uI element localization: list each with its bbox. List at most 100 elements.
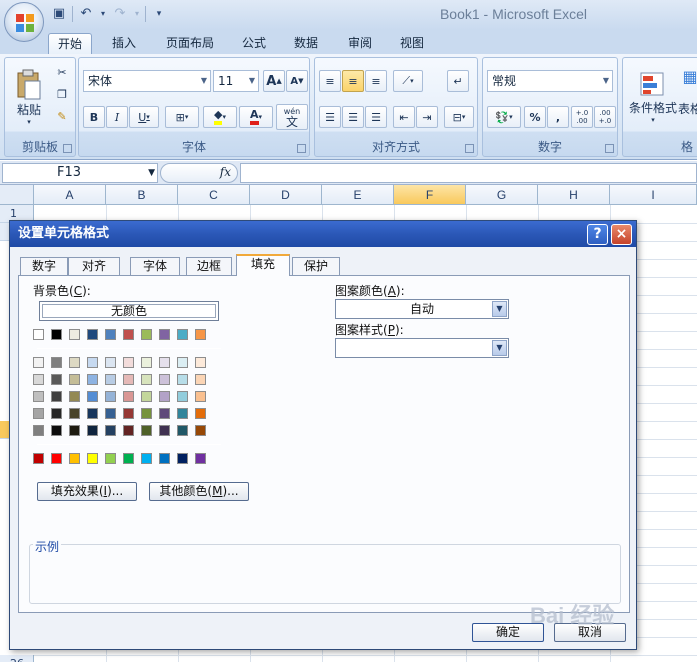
tint-color-swatch[interactable] bbox=[33, 374, 44, 385]
tint-color-swatch[interactable] bbox=[123, 374, 134, 385]
theme-color-swatch[interactable] bbox=[69, 329, 80, 340]
tint-color-swatch[interactable] bbox=[51, 391, 62, 402]
fill-effects-button[interactable]: 填充效果(I)... bbox=[37, 482, 137, 501]
tint-color-swatch[interactable] bbox=[33, 357, 44, 368]
tint-color-swatch[interactable] bbox=[195, 408, 206, 419]
tint-color-swatch[interactable] bbox=[177, 357, 188, 368]
theme-color-swatch[interactable] bbox=[123, 329, 134, 340]
theme-color-swatch[interactable] bbox=[105, 329, 116, 340]
name-box[interactable]: F13 ▼ bbox=[2, 163, 158, 183]
align-right-icon[interactable]: ☰ bbox=[365, 106, 387, 128]
merge-center-icon[interactable]: ⊟ ▾ bbox=[444, 106, 474, 128]
standard-color-swatch[interactable] bbox=[177, 453, 188, 464]
tab-alignment[interactable]: 对齐 bbox=[68, 257, 120, 275]
tint-color-swatch[interactable] bbox=[69, 391, 80, 402]
tint-color-swatch[interactable] bbox=[69, 357, 80, 368]
column-header-h[interactable]: H bbox=[538, 185, 610, 205]
accounting-format-icon[interactable]: 💱 ▾ bbox=[487, 106, 521, 128]
theme-color-swatch[interactable] bbox=[141, 329, 152, 340]
row-header-26[interactable]: 26 bbox=[0, 655, 34, 662]
italic-button[interactable]: I bbox=[106, 106, 128, 128]
tint-color-swatch[interactable] bbox=[87, 357, 98, 368]
format-as-table-button[interactable]: ▦ 表格 bbox=[678, 62, 697, 132]
standard-color-swatch[interactable] bbox=[51, 453, 62, 464]
standard-color-swatch[interactable] bbox=[105, 453, 116, 464]
align-top-icon[interactable]: ≡ bbox=[319, 70, 341, 92]
tint-color-swatch[interactable] bbox=[105, 357, 116, 368]
decrease-decimal-button[interactable]: .00 +.0 bbox=[594, 106, 616, 128]
column-header-e[interactable]: E bbox=[322, 185, 394, 205]
tab-home[interactable]: 开始 bbox=[48, 33, 92, 55]
decrease-indent-icon[interactable]: ⇤ bbox=[393, 106, 415, 128]
tint-color-swatch[interactable] bbox=[51, 357, 62, 368]
tab-insert[interactable]: 插入 bbox=[102, 33, 146, 55]
comma-button[interactable]: , bbox=[547, 106, 569, 128]
theme-color-swatch[interactable] bbox=[195, 329, 206, 340]
tint-color-swatch[interactable] bbox=[159, 425, 170, 436]
tint-color-swatch[interactable] bbox=[195, 374, 206, 385]
dialog-launcher-icon[interactable] bbox=[63, 144, 72, 153]
tint-color-swatch[interactable] bbox=[195, 391, 206, 402]
cut-icon[interactable]: ✂ bbox=[51, 62, 73, 82]
tint-color-swatch[interactable] bbox=[141, 357, 152, 368]
tint-color-swatch[interactable] bbox=[33, 425, 44, 436]
tint-color-swatch[interactable] bbox=[159, 357, 170, 368]
theme-color-swatch[interactable] bbox=[87, 329, 98, 340]
office-button[interactable] bbox=[4, 2, 44, 42]
tint-color-swatch[interactable] bbox=[141, 408, 152, 419]
standard-color-swatch[interactable] bbox=[195, 453, 206, 464]
wrap-text-icon[interactable]: ↵ bbox=[447, 70, 469, 92]
copy-icon[interactable]: ❐ bbox=[51, 84, 73, 104]
pattern-color-select[interactable]: 自动 ▼ bbox=[335, 299, 509, 319]
align-center-icon[interactable]: ☰ bbox=[342, 106, 364, 128]
tint-color-swatch[interactable] bbox=[87, 425, 98, 436]
tint-color-swatch[interactable] bbox=[87, 391, 98, 402]
increase-indent-icon[interactable]: ⇥ bbox=[416, 106, 438, 128]
increase-decimal-button[interactable]: +.0 .00 bbox=[571, 106, 593, 128]
align-left-icon[interactable]: ☰ bbox=[319, 106, 341, 128]
tint-color-swatch[interactable] bbox=[123, 357, 134, 368]
column-header-f[interactable]: F bbox=[394, 185, 466, 205]
tab-font[interactable]: 字体 bbox=[130, 257, 180, 275]
font-name-select[interactable]: 宋体 ▼ bbox=[83, 70, 211, 92]
tint-color-swatch[interactable] bbox=[159, 391, 170, 402]
tab-data[interactable]: 数据 bbox=[284, 33, 328, 55]
formula-input[interactable] bbox=[240, 163, 697, 183]
paste-button[interactable]: 粘贴 ▾ bbox=[9, 62, 49, 132]
column-header-d[interactable]: D bbox=[250, 185, 322, 205]
tint-color-swatch[interactable] bbox=[177, 374, 188, 385]
borders-button[interactable]: ⊞ ▾ bbox=[165, 106, 199, 128]
tint-color-swatch[interactable] bbox=[69, 425, 80, 436]
tab-review[interactable]: 审阅 bbox=[338, 33, 382, 55]
tab-view[interactable]: 视图 bbox=[390, 33, 434, 55]
tint-color-swatch[interactable] bbox=[141, 374, 152, 385]
column-header-g[interactable]: G bbox=[466, 185, 538, 205]
help-icon[interactable]: ? bbox=[587, 224, 608, 245]
conditional-formatting-button[interactable]: 条件格式 ▾ bbox=[625, 62, 681, 132]
tint-color-swatch[interactable] bbox=[33, 391, 44, 402]
tab-formulas[interactable]: 公式 bbox=[232, 33, 276, 55]
tint-color-swatch[interactable] bbox=[87, 374, 98, 385]
dialog-launcher-icon[interactable] bbox=[297, 144, 306, 153]
tint-color-swatch[interactable] bbox=[105, 391, 116, 402]
tint-color-swatch[interactable] bbox=[141, 425, 152, 436]
tint-color-swatch[interactable] bbox=[159, 408, 170, 419]
align-middle-icon[interactable]: ≡ bbox=[342, 70, 364, 92]
tint-color-swatch[interactable] bbox=[69, 408, 80, 419]
pattern-style-select[interactable]: ▼ bbox=[335, 338, 509, 358]
dialog-launcher-icon[interactable] bbox=[465, 144, 474, 153]
insert-function-button[interactable]: fx bbox=[160, 163, 238, 183]
standard-color-swatch[interactable] bbox=[69, 453, 80, 464]
tint-color-swatch[interactable] bbox=[33, 408, 44, 419]
underline-button[interactable]: U ▾ bbox=[129, 106, 159, 128]
tint-color-swatch[interactable] bbox=[105, 425, 116, 436]
theme-color-swatch[interactable] bbox=[33, 329, 44, 340]
standard-color-swatch[interactable] bbox=[33, 453, 44, 464]
tint-color-swatch[interactable] bbox=[177, 391, 188, 402]
column-header-a[interactable]: A bbox=[34, 185, 106, 205]
column-header-i[interactable]: I bbox=[610, 185, 697, 205]
tint-color-swatch[interactable] bbox=[105, 374, 116, 385]
tab-fill[interactable]: 填充 bbox=[236, 254, 290, 276]
standard-color-swatch[interactable] bbox=[141, 453, 152, 464]
dialog-launcher-icon[interactable] bbox=[605, 144, 614, 153]
